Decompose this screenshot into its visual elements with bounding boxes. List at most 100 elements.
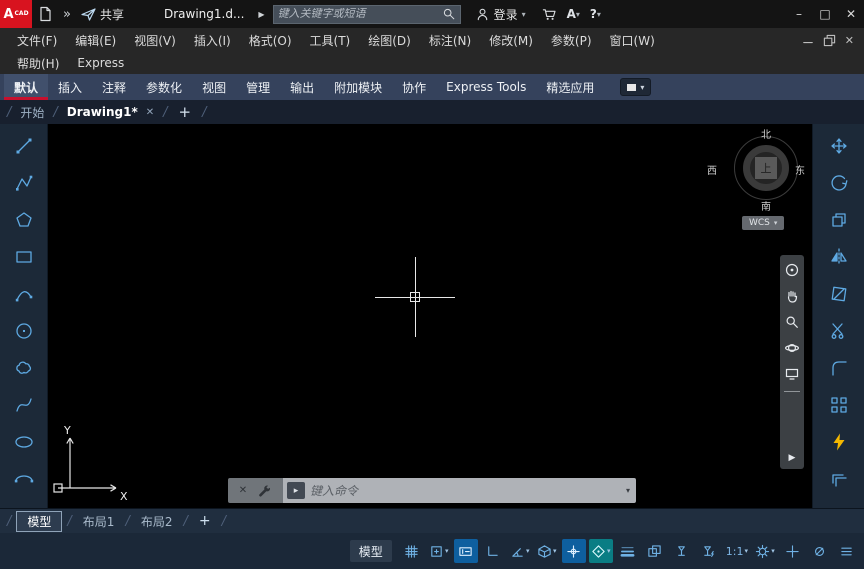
modify-rotate-tool[interactable]	[818, 164, 860, 201]
maximize-button[interactable]: □	[812, 0, 838, 28]
tab-default[interactable]: 默认	[4, 74, 49, 100]
new-document-button[interactable]	[32, 2, 58, 26]
object-snap-dropdown-icon[interactable]: ▾	[607, 547, 611, 555]
close-button[interactable]: ✕	[838, 0, 864, 28]
menu-dimension[interactable]: 标注(N)	[420, 29, 480, 52]
crosshair-toggle[interactable]	[780, 539, 804, 563]
annotation-scale-dropdown-icon[interactable]: ▾	[744, 547, 748, 555]
object-snap-tracking-toggle[interactable]	[561, 539, 586, 563]
selection-cycling-toggle[interactable]	[643, 539, 667, 563]
snap-dropdown-icon[interactable]: ▾	[445, 547, 449, 555]
mdi-minimize-icon[interactable]	[802, 35, 814, 45]
ortho-toggle[interactable]	[481, 539, 505, 563]
command-wrench-icon[interactable]	[256, 483, 271, 498]
tab-collaborate[interactable]: 协作	[392, 74, 436, 100]
layout-tab-layout2[interactable]: 布局2	[133, 513, 181, 530]
draw-arc-tool[interactable]	[3, 275, 45, 312]
menu-edit[interactable]: 编辑(E)	[66, 29, 125, 52]
modify-erase-tool[interactable]	[818, 275, 860, 312]
polar-dropdown-icon[interactable]: ▾	[526, 547, 530, 555]
wcs-dropdown[interactable]: WCS ▾	[742, 216, 785, 230]
tab-express-tools[interactable]: Express Tools	[436, 74, 536, 100]
isometric-dropdown-icon[interactable]: ▾	[553, 547, 557, 555]
share-button[interactable]: 共享	[74, 6, 130, 23]
nav-pan-button[interactable]	[783, 287, 801, 305]
tab-parametric[interactable]: 参数化	[136, 74, 192, 100]
draw-line-tool[interactable]	[3, 127, 45, 164]
tab-featured-apps[interactable]: 精选应用	[536, 74, 604, 100]
tab-view[interactable]: 视图	[192, 74, 236, 100]
tab-addins[interactable]: 附加模块	[324, 74, 392, 100]
modify-trim-tool[interactable]	[818, 312, 860, 349]
annotation-scale-control[interactable]: 1:1 ▾	[724, 539, 750, 563]
menu-insert[interactable]: 插入(I)	[185, 29, 240, 52]
tab-manage[interactable]: 管理	[236, 74, 280, 100]
autodesk-apps-button[interactable]: A ▾	[562, 2, 585, 26]
navbar-expand-icon[interactable]: ▶	[789, 453, 796, 463]
viewcube-north-label[interactable]: 北	[758, 126, 774, 141]
command-input[interactable]	[310, 483, 616, 498]
tab-output[interactable]: 输出	[280, 74, 324, 100]
layout-tab-model[interactable]: 模型	[16, 510, 63, 532]
annotation-visibility-toggle[interactable]	[670, 539, 694, 563]
draw-rectangle-tool[interactable]	[3, 238, 45, 275]
draw-ellipse-tool[interactable]	[3, 423, 45, 460]
search-icon[interactable]	[442, 7, 456, 21]
search-input[interactable]	[277, 8, 442, 20]
lineweight-toggle[interactable]	[616, 539, 640, 563]
viewcube-south-label[interactable]: 南	[758, 198, 774, 213]
isolate-objects-toggle[interactable]	[807, 539, 831, 563]
modify-move-tool[interactable]	[818, 127, 860, 164]
polar-tracking-toggle[interactable]: ▾	[508, 539, 532, 563]
customize-menu-button[interactable]	[834, 539, 858, 563]
new-drawing-tab-button[interactable]: +	[171, 103, 200, 121]
isometric-drafting-toggle[interactable]: ▾	[535, 539, 559, 563]
menu-help[interactable]: 帮助(H)	[8, 52, 68, 75]
new-layout-button[interactable]: +	[191, 513, 219, 529]
express-lightning-tool[interactable]	[818, 423, 860, 460]
draw-polygon-tool[interactable]	[3, 201, 45, 238]
store-cart-button[interactable]	[536, 2, 562, 26]
quick-access-more-button[interactable]: »	[58, 2, 74, 26]
command-close-icon[interactable]: ✕	[239, 485, 247, 496]
sign-in-button[interactable]: 登录 ▾	[475, 6, 526, 23]
nav-orbit-button[interactable]	[783, 339, 801, 357]
viewcube-top-face[interactable]: 上	[755, 157, 777, 179]
modify-mirror-tool[interactable]	[818, 238, 860, 275]
object-snap-toggle[interactable]: ▾	[588, 539, 613, 563]
menu-express[interactable]: Express	[68, 53, 133, 73]
settings-gear-button[interactable]: ▾	[753, 539, 777, 563]
model-space-toggle[interactable]: 模型	[349, 540, 392, 562]
viewcube-west-label[interactable]: 西	[704, 162, 720, 177]
draw-circle-tool[interactable]	[3, 312, 45, 349]
layout-tab-layout1[interactable]: 布局1	[75, 513, 123, 530]
draw-revcloud-tool[interactable]	[3, 349, 45, 386]
tab-drawing1[interactable]: Drawing1*	[61, 105, 140, 119]
menu-file[interactable]: 文件(F)	[8, 29, 66, 52]
drawing-canvas[interactable]: 上 北 南 西 东 WCS ▾ ▶ Y X ✕ ▸ 键入命令 ▾	[48, 124, 812, 508]
grid-toggle[interactable]	[400, 539, 424, 563]
autocad-logo[interactable]: A CAD	[0, 0, 32, 28]
menu-tools[interactable]: 工具(T)	[301, 29, 360, 52]
tab-drawing1-close-icon[interactable]: ✕	[140, 107, 160, 118]
tab-start[interactable]: 开始	[14, 104, 50, 121]
minimize-button[interactable]: –	[786, 0, 812, 28]
viewcube-east-label[interactable]: 东	[792, 162, 808, 177]
mdi-restore-icon[interactable]	[823, 34, 836, 47]
ribbon-display-toggle[interactable]: ▾	[620, 78, 652, 96]
menu-window[interactable]: 窗口(W)	[601, 29, 664, 52]
nav-zoom-button[interactable]	[783, 313, 801, 331]
menu-parametric[interactable]: 参数(P)	[542, 29, 601, 52]
modify-array-tool[interactable]	[818, 386, 860, 423]
nav-wheel-button[interactable]	[783, 261, 801, 279]
draw-ellipse-arc-tool[interactable]	[3, 460, 45, 497]
modify-fillet-tool[interactable]	[818, 349, 860, 386]
tab-annotate[interactable]: 注释	[92, 74, 136, 100]
draw-spline-tool[interactable]	[3, 386, 45, 423]
menu-modify[interactable]: 修改(M)	[480, 29, 542, 52]
menu-view[interactable]: 视图(V)	[125, 29, 185, 52]
command-history-dropdown-icon[interactable]: ▾	[620, 478, 636, 503]
annotation-autoscale-toggle[interactable]	[697, 539, 721, 563]
mdi-close-icon[interactable]: ✕	[845, 34, 854, 47]
help-button[interactable]: ? ▾	[585, 2, 606, 26]
